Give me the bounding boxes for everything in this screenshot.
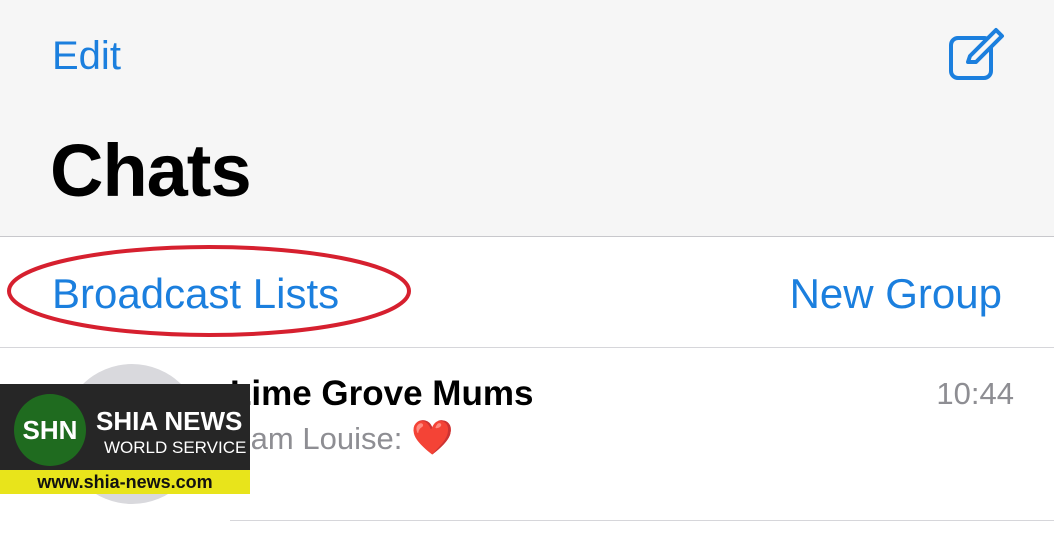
- chat-sender: Sam Louise:: [230, 421, 403, 456]
- new-group-link[interactable]: New Group: [790, 270, 1002, 318]
- watermark-logo: SHN SHIA NEWS WORLD SERVICE www.shia-new…: [0, 384, 250, 494]
- compose-icon[interactable]: [946, 26, 1006, 82]
- watermark-banner: SHN SHIA NEWS WORLD SERVICE: [0, 384, 250, 470]
- chat-actions-bar: Broadcast Lists New Group: [0, 237, 1054, 348]
- row-divider: [230, 520, 1054, 521]
- broadcast-lists-link[interactable]: Broadcast Lists: [52, 270, 339, 318]
- chat-preview: Sam Louise: ❤️: [230, 418, 453, 458]
- chat-name: Lime Grove Mums: [230, 374, 534, 413]
- page-title: Chats: [50, 129, 252, 212]
- chat-time: 10:44: [936, 376, 1014, 411]
- watermark-url: www.shia-news.com: [0, 470, 250, 494]
- watermark-service: WORLD SERVICE: [104, 438, 247, 457]
- heart-emoji: ❤️: [410, 419, 454, 457]
- navigation-header: Edit Chats: [0, 0, 1054, 237]
- watermark-badge: SHN: [14, 394, 86, 466]
- edit-button[interactable]: Edit: [52, 34, 121, 79]
- watermark-name: SHIA NEWS: [96, 406, 243, 436]
